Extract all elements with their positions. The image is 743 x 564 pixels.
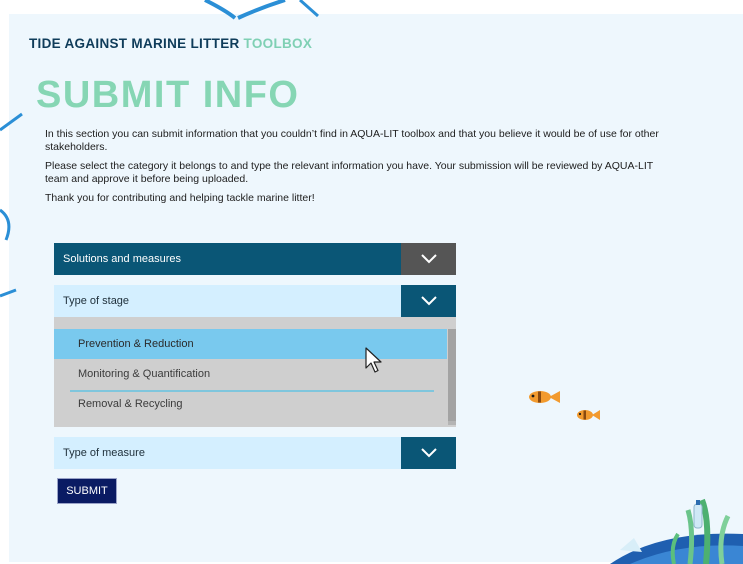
category-dropdown-toggle[interactable] [401,243,456,275]
options-scrollbar[interactable] [448,329,456,425]
stage-dropdown-toggle[interactable] [401,285,456,317]
chevron-down-icon [420,448,437,458]
brand-header: TIDE AGAINST MARINE LITTER TOOLBOX [29,36,312,51]
page-title: SUBMIT INFO [36,74,300,116]
scrollbar-thumb[interactable] [448,329,456,421]
intro-paragraph: Please select the category it belongs to… [45,160,653,185]
measure-dropdown[interactable]: Type of measure [54,437,456,469]
fish-icon [529,391,560,403]
chevron-down-icon [420,254,437,264]
chevron-down-icon [420,296,437,306]
stage-option[interactable]: Monitoring & Quantification [54,359,447,389]
brand-accent: TOOLBOX [243,36,313,51]
stage-options-list: Prevention & Reduction Monitoring & Quan… [54,317,456,427]
measure-dropdown-toggle[interactable] [401,437,456,469]
stage-option[interactable]: Removal & Recycling [54,389,447,419]
mouse-cursor-icon [365,347,382,373]
measure-dropdown-value: Type of measure [63,447,145,459]
seaweed-illustration [610,498,743,564]
brand-name: TIDE AGAINST MARINE LITTER [29,36,240,51]
wave-decoration [204,0,319,20]
stage-dropdown-value: Type of stage [63,295,130,307]
stage-option[interactable]: Prevention & Reduction [54,329,447,359]
submit-button[interactable]: SUBMIT [57,478,117,504]
category-dropdown-value: Solutions and measures [63,253,182,265]
intro-paragraph: In this section you can submit informati… [45,128,659,153]
intro-paragraph: Thank you for contributing and helping t… [45,192,315,204]
category-dropdown[interactable]: Solutions and measures [54,243,456,275]
stage-dropdown[interactable]: Type of stage [54,285,456,317]
intro-text: In this section you can submit informati… [45,128,665,211]
fish-icon [577,410,600,420]
